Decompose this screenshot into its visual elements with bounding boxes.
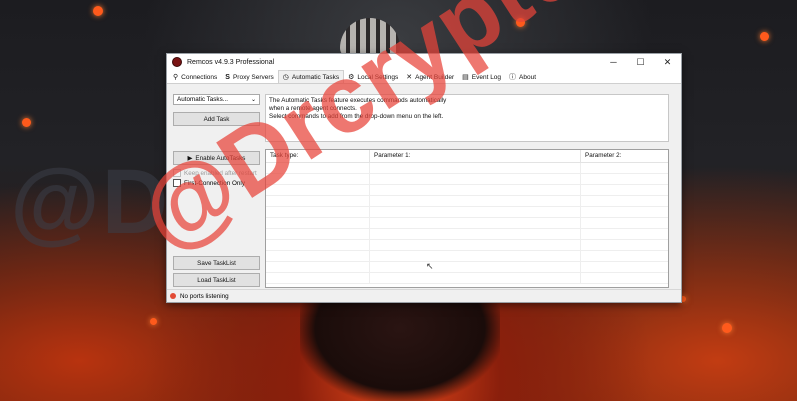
remcos-app-icon: [172, 57, 182, 67]
table-row: [266, 207, 668, 218]
table-row: [266, 218, 668, 229]
minimize-button[interactable]: ─: [600, 54, 627, 70]
status-text: No ports listening: [180, 292, 229, 300]
tab-about[interactable]: ⓘ About: [505, 71, 540, 83]
info-icon: ⓘ: [509, 74, 517, 81]
ember: [93, 6, 103, 16]
column-header-parameter-1[interactable]: Parameter 1:: [370, 150, 581, 162]
ember: [22, 118, 31, 127]
table-row: [266, 273, 668, 284]
tab-label: Proxy Servers: [232, 73, 274, 81]
dropdown-value: Automatic Tasks...: [177, 96, 228, 103]
table-row: [266, 262, 668, 273]
status-indicator-icon: [170, 293, 176, 299]
close-button[interactable]: ✕: [654, 54, 681, 70]
ember: [150, 318, 157, 325]
ember: [760, 32, 769, 41]
table-row: [266, 196, 668, 207]
network-icon: ⚲: [173, 74, 179, 81]
load-tasklist-button[interactable]: Load TaskList: [173, 273, 260, 287]
tab-connections[interactable]: ⚲ Connections: [169, 71, 221, 83]
tab-label: About: [519, 73, 537, 81]
window-title: Remcos v4.9.3 Professional: [187, 58, 275, 66]
table-row: [266, 251, 668, 262]
table-row: [266, 240, 668, 251]
status-bar: No ports listening: [167, 289, 681, 302]
tab-label: Connections: [181, 73, 218, 81]
button-label: Load TaskList: [197, 276, 236, 284]
ember: [722, 323, 732, 333]
s-logo-icon: S: [225, 73, 230, 81]
table-row: [266, 229, 668, 240]
maximize-button[interactable]: ☐: [627, 54, 654, 70]
table-row: [266, 185, 668, 196]
mouse-cursor-icon: ↖: [426, 261, 434, 271]
tab-proxy-servers[interactable]: S Proxy Servers: [221, 71, 278, 83]
button-label: Save TaskList: [197, 259, 236, 267]
column-header-parameter-2[interactable]: Parameter 2:: [581, 150, 668, 162]
